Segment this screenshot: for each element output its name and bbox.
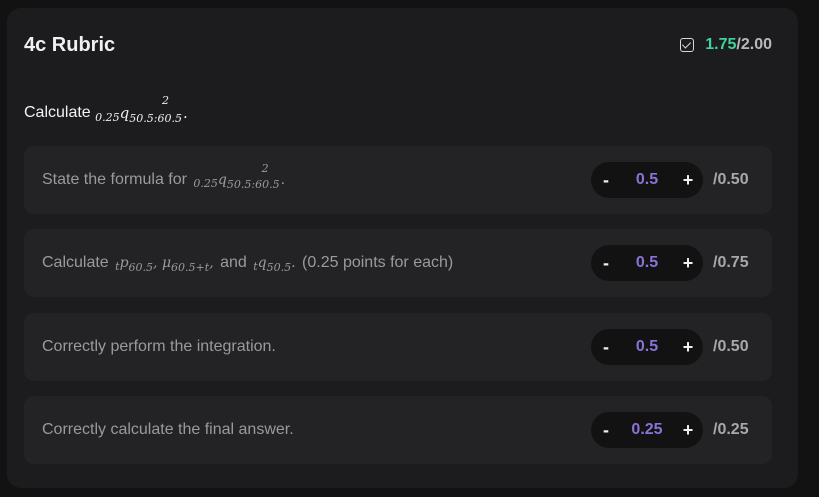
increment-button[interactable]: + (673, 162, 703, 198)
rubric-item-2: Calculate tp60.5, μ60.5+t, and tq50.5. (… (24, 229, 772, 297)
rubric-panel: 4c Rubric 1.75 /2.00 Calculate 0.25q50.5… (7, 8, 798, 488)
checkbox-icon (680, 38, 695, 52)
decrement-button[interactable]: - (591, 162, 621, 198)
max-points: /0.50 (713, 171, 749, 188)
stepper-value[interactable]: 0.25 (621, 421, 673, 439)
rubric-prompt: Calculate 0.25q50.5:60.52. (24, 92, 188, 125)
rubric-item-4: Correctly calculate the final answer. - … (24, 396, 772, 464)
score-earned: 1.75 (705, 36, 737, 53)
rubric-item-1: State the formula for 0.25q50.5:60.52. -… (24, 146, 772, 214)
score-stepper: - 0.5 + (591, 329, 703, 365)
increment-button[interactable]: + (673, 329, 703, 365)
decrement-button[interactable]: - (591, 329, 621, 365)
rubric-header: 4c Rubric 1.75 /2.00 (24, 32, 772, 58)
rubric-item-text: State the formula for 0.25q50.5:60.52. (42, 162, 286, 191)
stepper-value[interactable]: 0.5 (621, 171, 673, 189)
item-math: 0.25q50.5:60.52. (193, 162, 286, 191)
rubric-item-text: Correctly calculate the final answer. (42, 421, 294, 438)
stepper-value[interactable]: 0.5 (621, 338, 673, 356)
increment-button[interactable]: + (673, 245, 703, 281)
rubric-item-3: Correctly perform the integration. - 0.5… (24, 313, 772, 381)
increment-button[interactable]: + (673, 412, 703, 448)
score-stepper: - 0.5 + (591, 245, 703, 281)
decrement-button[interactable]: - (591, 412, 621, 448)
score-stepper: - 0.5 + (591, 162, 703, 198)
rubric-item-text: Calculate tp60.5, μ60.5+t, and tq50.5. (… (42, 254, 454, 274)
max-points: /0.50 (713, 338, 749, 355)
prompt-label: Calculate (24, 104, 91, 121)
rubric-title: 4c Rubric (24, 34, 116, 56)
decrement-button[interactable]: - (591, 245, 621, 281)
stepper-value[interactable]: 0.5 (621, 254, 673, 272)
rubric-item-text: Correctly perform the integration. (42, 338, 276, 355)
rubric-score: 1.75 /2.00 (680, 32, 772, 58)
score-stepper: - 0.25 + (591, 412, 703, 448)
max-points: /0.75 (713, 254, 749, 271)
prompt-math: 0.25q50.5:60.52. (95, 94, 188, 125)
max-points: /0.25 (713, 421, 749, 438)
item-math: tp60.5, μ60.5+t, (115, 255, 214, 274)
score-total: /2.00 (736, 36, 772, 53)
